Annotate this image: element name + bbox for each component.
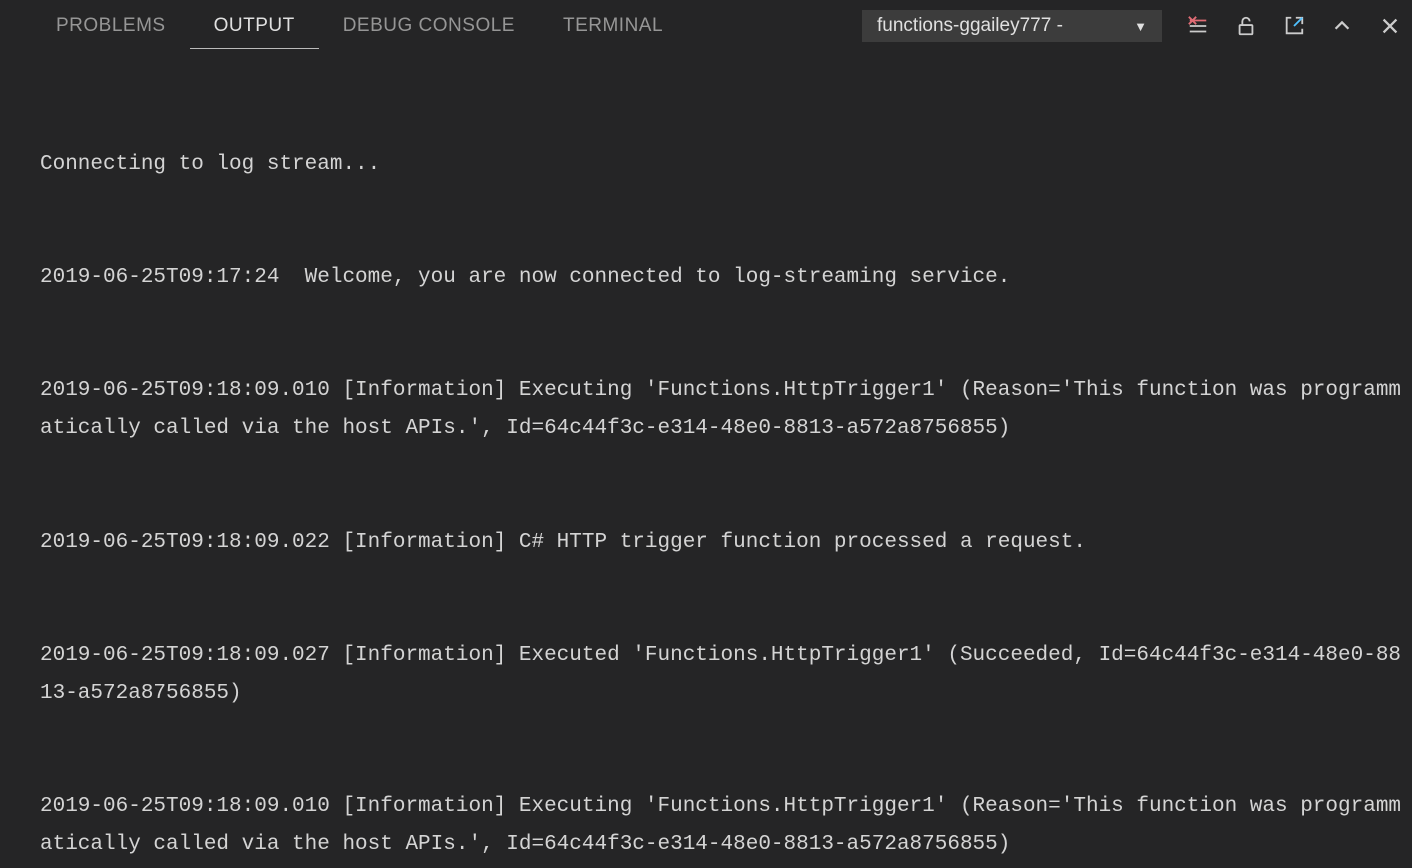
output-text-area[interactable]: Connecting to log stream... 2019-06-25T0…: [0, 52, 1412, 868]
clear-output-icon[interactable]: [1186, 14, 1210, 38]
output-source-dropdown[interactable]: functions-ggailey777 - ▼: [862, 10, 1162, 42]
output-panel: PROBLEMS OUTPUT DEBUG CONSOLE TERMINAL f…: [0, 0, 1412, 868]
open-file-icon[interactable]: [1282, 14, 1306, 38]
log-line: 2019-06-25T09:17:24 Welcome, you are now…: [40, 259, 1412, 297]
tab-problems[interactable]: PROBLEMS: [32, 3, 190, 49]
log-line: Connecting to log stream...: [40, 146, 1412, 184]
tab-debug-console[interactable]: DEBUG CONSOLE: [319, 3, 539, 49]
lock-icon[interactable]: [1234, 14, 1258, 38]
chevron-up-icon[interactable]: [1330, 14, 1354, 38]
close-icon[interactable]: [1378, 14, 1402, 38]
panel-tabs: PROBLEMS OUTPUT DEBUG CONSOLE TERMINAL: [32, 3, 687, 49]
log-line: 2019-06-25T09:18:09.027 [Information] Ex…: [40, 637, 1412, 713]
panel-actions: [1186, 14, 1402, 38]
dropdown-label: functions-ggailey777 -: [877, 15, 1063, 37]
tab-output[interactable]: OUTPUT: [190, 3, 319, 49]
log-line: 2019-06-25T09:18:09.022 [Information] C#…: [40, 524, 1412, 562]
panel-tab-bar: PROBLEMS OUTPUT DEBUG CONSOLE TERMINAL f…: [0, 0, 1412, 52]
log-line: 2019-06-25T09:18:09.010 [Information] Ex…: [40, 788, 1412, 864]
chevron-down-icon: ▼: [1134, 19, 1147, 34]
log-line: 2019-06-25T09:18:09.010 [Information] Ex…: [40, 372, 1412, 448]
tab-terminal[interactable]: TERMINAL: [539, 3, 687, 49]
